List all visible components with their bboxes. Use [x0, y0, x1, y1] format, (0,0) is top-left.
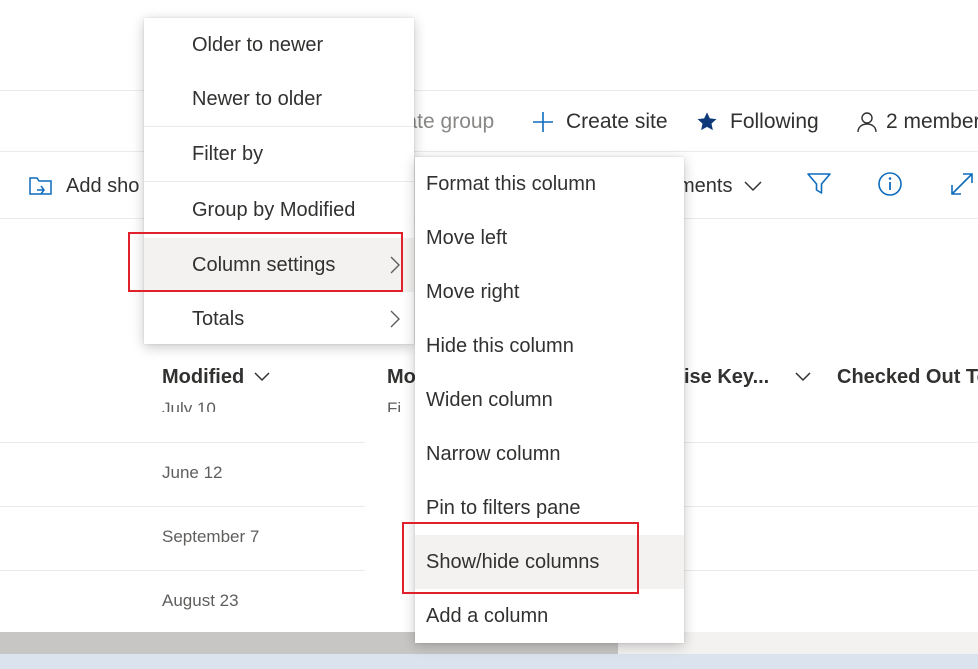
following-label: Following — [730, 110, 819, 133]
table-row-divider — [684, 506, 978, 507]
menu-item-older-to-newer[interactable]: Older to newer — [144, 18, 414, 72]
following-button[interactable]: Following — [696, 106, 819, 138]
table-row-divider — [0, 570, 365, 571]
taskbar-strip — [0, 654, 978, 669]
submenu-item-show-hide-columns[interactable]: Show/hide columns — [415, 535, 684, 589]
chevron-down-icon — [254, 372, 270, 382]
menu-item-label: Show/hide columns — [426, 550, 600, 573]
table-row-1-modified-by: Fi — [387, 400, 402, 412]
menu-item-label: Newer to older — [192, 87, 323, 110]
info-icon — [877, 171, 903, 202]
expand-icon — [949, 171, 975, 202]
submenu-item-format-this-column[interactable]: Format this column — [415, 157, 684, 211]
column-header-modified-label: Modified — [162, 365, 245, 388]
menu-item-label: Filter by — [192, 142, 264, 165]
person-icon — [856, 111, 878, 133]
create-site-button[interactable]: Create site — [532, 106, 668, 138]
add-shortcut-button[interactable]: Add sho — [28, 170, 139, 202]
menu-item-newer-to-older[interactable]: Newer to older — [144, 72, 414, 126]
table-row-divider — [0, 442, 365, 443]
menu-item-label: Format this column — [426, 172, 597, 195]
members-button[interactable]: 2 member — [856, 106, 978, 138]
submenu-item-move-right[interactable]: Move right — [415, 265, 684, 319]
menu-item-label: Move right — [426, 280, 520, 303]
menu-item-label: Column settings — [192, 253, 336, 276]
menu-item-label: Widen column — [426, 388, 553, 411]
menu-item-filter-by[interactable]: Filter by — [144, 127, 414, 181]
submenu-item-narrow-column[interactable]: Narrow column — [415, 427, 684, 481]
star-icon — [696, 111, 718, 133]
table-row-divider — [684, 570, 978, 571]
table-row-2-modified: June 12 — [162, 463, 223, 482]
members-label: 2 member — [886, 110, 978, 133]
menu-item-label: Narrow column — [426, 442, 561, 465]
menu-item-label: Group by Modified — [192, 198, 356, 221]
table-row-divider — [0, 506, 365, 507]
submenu-item-pin-to-filters-pane[interactable]: Pin to filters pane — [415, 481, 684, 535]
menu-item-label: Hide this column — [426, 334, 574, 357]
create-site-label: Create site — [566, 110, 668, 133]
shortcut-folder-icon — [28, 174, 54, 198]
column-header-modified-by-label: Mo — [387, 365, 416, 388]
menu-item-label: Pin to filters pane — [426, 496, 581, 519]
table-row-3-modified: September 7 — [162, 527, 260, 546]
fullscreen-button[interactable] — [946, 170, 978, 202]
plus-icon — [532, 111, 554, 133]
column-header-enterprise-keywords[interactable]: ise Key... — [684, 362, 811, 392]
column-header-enterprise-keywords-label: ise Key... — [684, 365, 770, 388]
chevron-down-icon — [744, 180, 762, 192]
table-row-4-modified: August 23 — [162, 591, 239, 610]
column-settings-submenu: Format this column Move left Move right … — [415, 157, 684, 643]
filter-button[interactable] — [803, 170, 835, 202]
column-header-checked-out-to[interactable]: Checked Out To — [837, 362, 978, 392]
chevron-right-icon — [390, 310, 400, 334]
submenu-item-add-a-column[interactable]: Add a column — [415, 589, 684, 643]
menu-item-label: Add a column — [426, 604, 549, 627]
menu-item-label: Totals — [192, 307, 245, 330]
submenu-item-widen-column[interactable]: Widen column — [415, 373, 684, 427]
table-row-1-modified: July 10 — [162, 400, 216, 412]
filter-icon — [806, 171, 832, 202]
menu-item-group-by-modified[interactable]: Group by Modified — [144, 183, 414, 237]
column-header-checked-out-to-label: Checked Out To — [837, 365, 978, 388]
view-selector-label: ments — [678, 174, 733, 197]
menu-item-column-settings[interactable]: Column settings — [144, 238, 414, 292]
menu-divider — [144, 181, 414, 182]
menu-item-label: Older to newer — [192, 33, 324, 56]
submenu-item-hide-this-column[interactable]: Hide this column — [415, 319, 684, 373]
chevron-down-icon — [795, 372, 811, 382]
submenu-item-move-left[interactable]: Move left — [415, 211, 684, 265]
chevron-right-icon — [390, 256, 400, 280]
view-selector[interactable]: ments — [678, 170, 762, 202]
menu-item-totals[interactable]: Totals — [144, 292, 414, 346]
column-context-menu: Older to newer Newer to older Filter by … — [144, 18, 414, 344]
info-button[interactable] — [874, 170, 906, 202]
table-row-divider — [684, 442, 978, 443]
column-header-modified-by[interactable]: Mo — [387, 362, 416, 392]
column-header-modified[interactable]: Modified — [162, 362, 270, 392]
menu-item-label: Move left — [426, 226, 508, 249]
add-shortcut-label: Add sho — [66, 174, 140, 197]
